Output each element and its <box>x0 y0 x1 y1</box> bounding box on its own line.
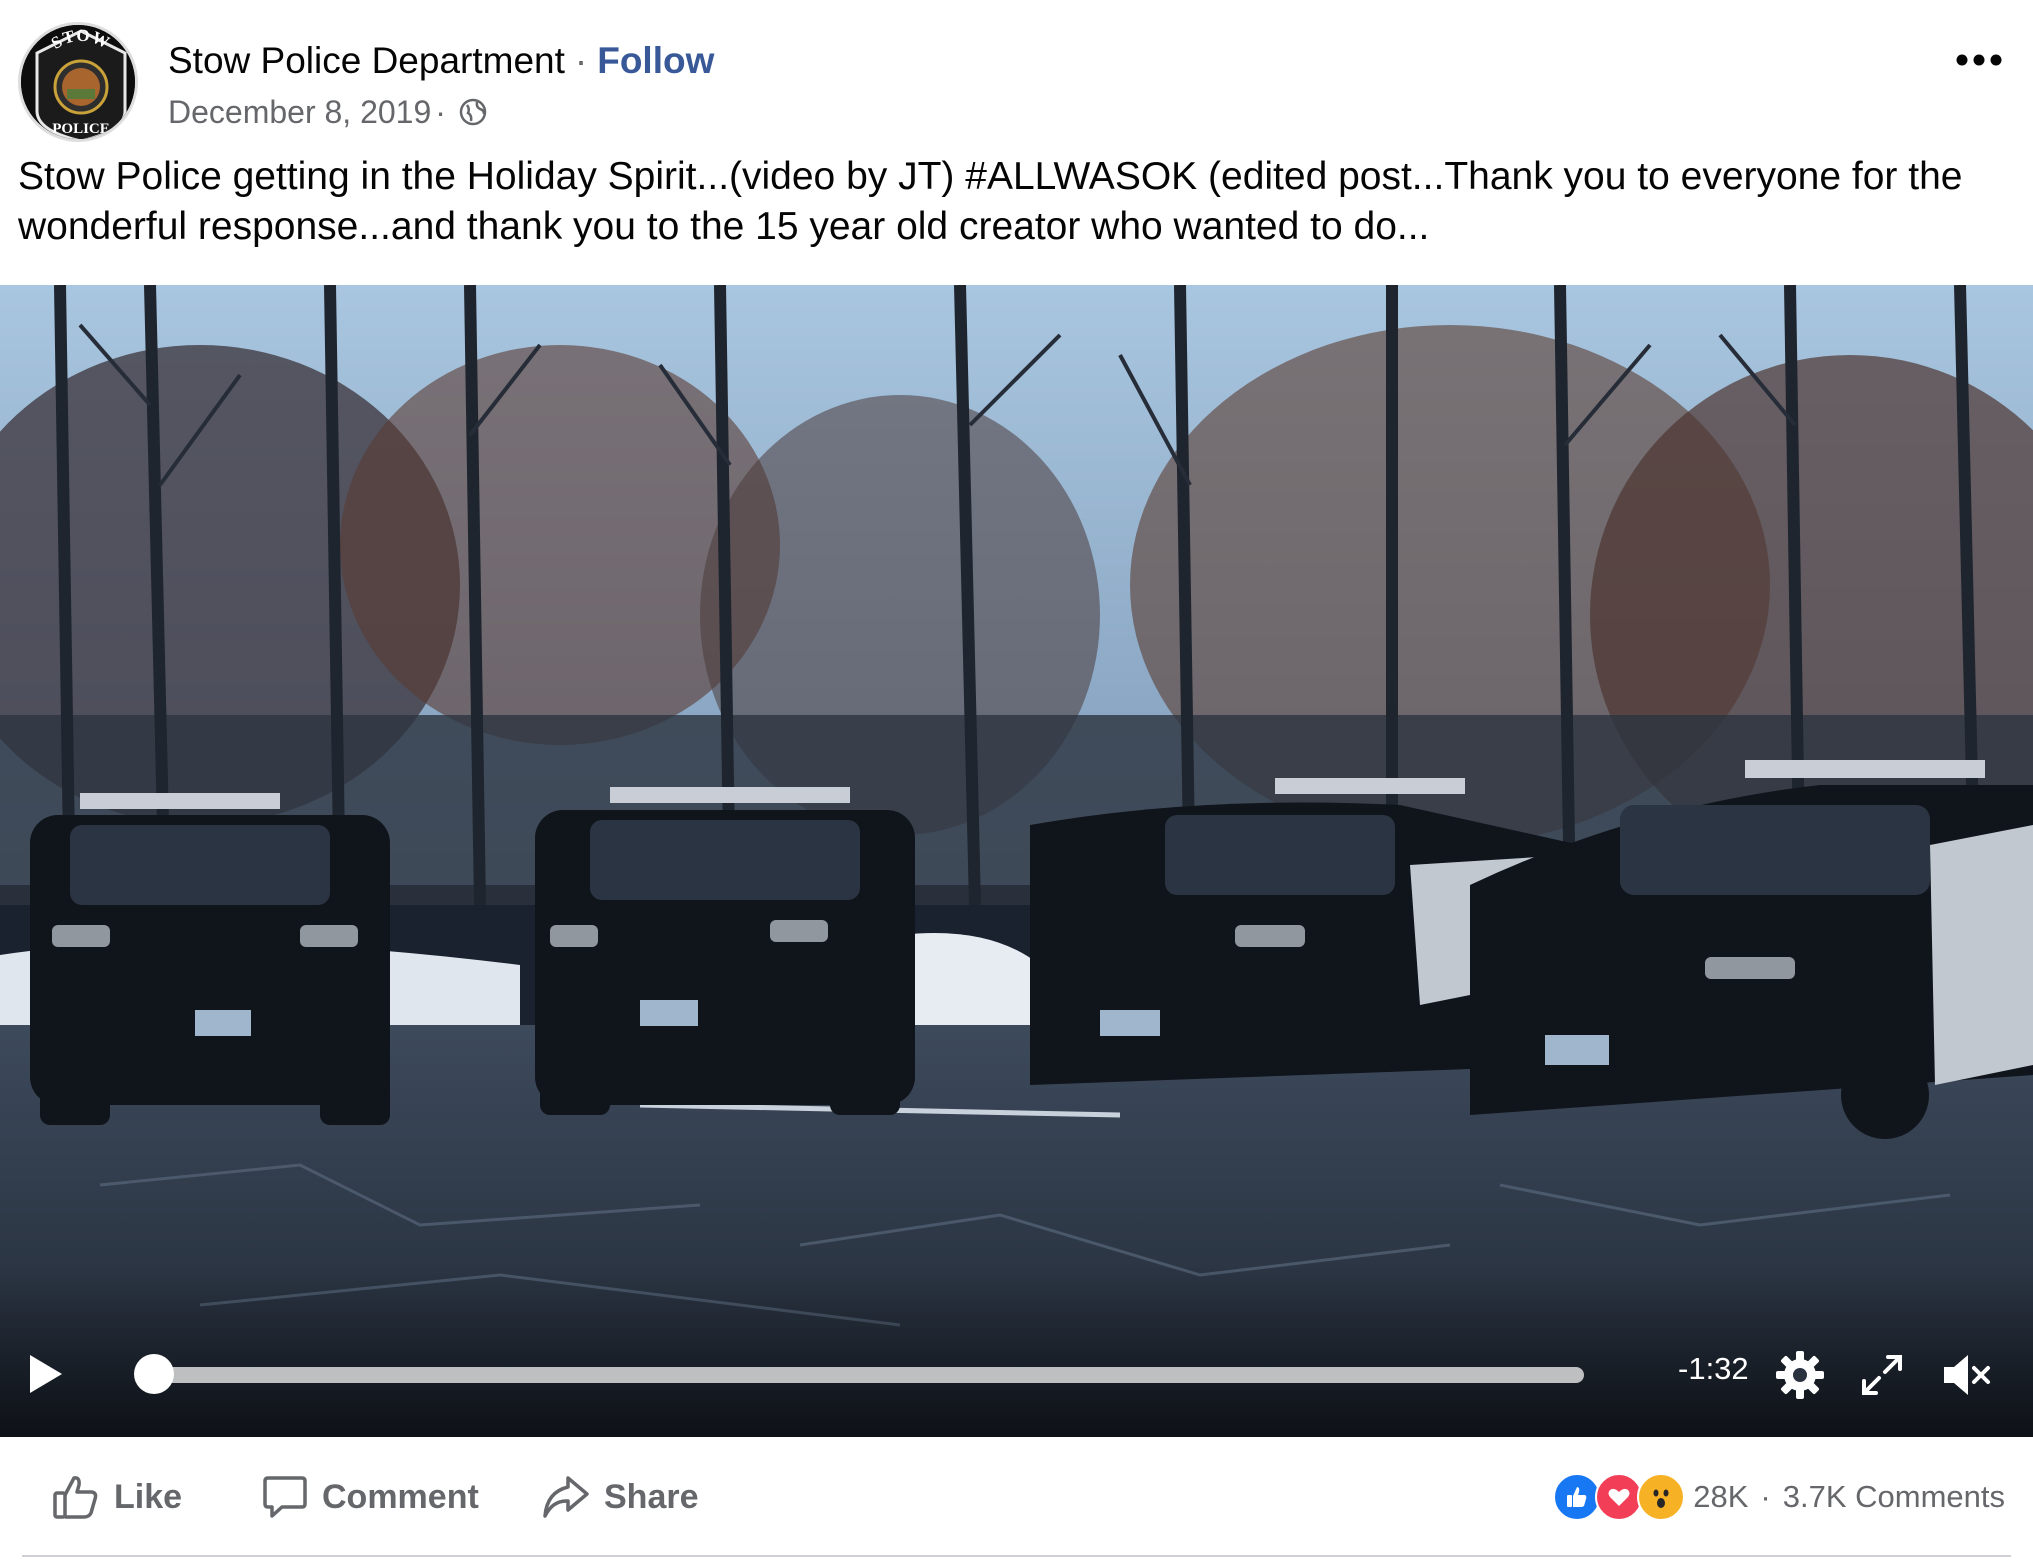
play-icon <box>30 1355 62 1393</box>
settings-button[interactable] <box>1774 1349 1826 1401</box>
more-horizontal-icon <box>1956 54 2002 66</box>
comment-label: Comment <box>322 1477 479 1516</box>
post-date-link[interactable]: December 8, 2019 <box>168 94 431 131</box>
divider <box>22 1555 2011 1557</box>
engagement-separator: · <box>1760 1479 1771 1514</box>
video-controls: -1:32 <box>0 1307 2033 1437</box>
volume-muted-icon <box>1944 1355 1990 1395</box>
page-avatar[interactable]: STOW POLICE <box>18 22 138 142</box>
video-frame-police-cars <box>0 285 2033 1437</box>
more-options-button[interactable] <box>1949 40 2009 80</box>
post-header: Stow Police Department · Follow <box>168 36 714 86</box>
follow-button[interactable]: Follow <box>597 40 714 82</box>
police-badge-logo: STOW POLICE <box>21 25 135 139</box>
post-action-bar: Like Comment Share 28K · 3.7K Comments <box>0 1437 2033 1557</box>
comment-bubble-icon <box>263 1476 307 1518</box>
thumbs-up-icon <box>53 1476 98 1519</box>
progress-bar[interactable] <box>134 1354 1584 1394</box>
header-separator: · <box>574 40 588 81</box>
fullscreen-icon <box>1862 1355 1902 1395</box>
gear-icon <box>1776 1351 1824 1399</box>
reaction-summary[interactable]: 28K · 3.7K Comments <box>1553 1471 2005 1523</box>
share-button[interactable]: Share <box>542 1467 699 1527</box>
post-message: Stow Police getting in the Holiday Spiri… <box>18 155 1963 248</box>
post-meta: December 8, 2019 · <box>168 90 488 134</box>
love-reaction-icon <box>1595 1473 1644 1521</box>
video-player[interactable]: -1:32 <box>0 285 2033 1437</box>
globe-icon <box>458 97 488 127</box>
facebook-post: STOW POLICE Stow Police Department · Fol… <box>0 0 2033 1560</box>
fullscreen-button[interactable] <box>1858 1351 1906 1399</box>
play-button[interactable] <box>22 1351 68 1397</box>
meta-separator: · <box>435 93 446 130</box>
wow-reaction-icon <box>1637 1473 1686 1521</box>
progress-scrubber-handle[interactable] <box>134 1354 174 1394</box>
author-name-link[interactable]: Stow Police Department <box>168 40 565 82</box>
like-button[interactable]: Like <box>52 1467 182 1527</box>
share-label: Share <box>604 1477 699 1516</box>
comments-count-link[interactable]: 3.7K Comments <box>1783 1479 2005 1515</box>
time-remaining: -1:32 <box>1678 1351 1749 1386</box>
comment-button[interactable]: Comment <box>262 1467 479 1527</box>
share-arrow-icon <box>543 1476 589 1518</box>
svg-text:POLICE: POLICE <box>52 121 110 137</box>
reaction-icons <box>1553 1473 1686 1521</box>
like-reaction-icon <box>1553 1473 1602 1521</box>
reaction-count[interactable]: 28K <box>1693 1479 1748 1515</box>
like-label: Like <box>114 1477 183 1516</box>
volume-button[interactable] <box>1940 1349 1994 1401</box>
